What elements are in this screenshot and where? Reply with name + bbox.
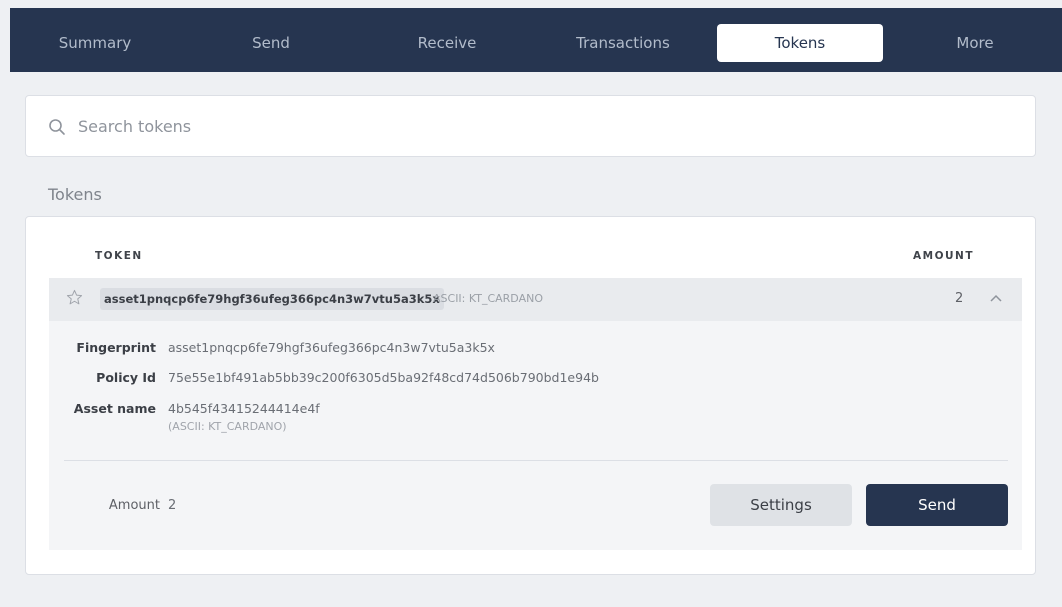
section-title: Tokens [48,185,102,204]
asset-name-ascii: (ASCII: KT_CARDANO) [168,420,287,433]
settings-button[interactable]: Settings [710,484,852,526]
token-row-amount: 2 [955,291,964,306]
amount-value: 2 [168,498,177,513]
amount-label: Amount [108,498,160,513]
tab-more[interactable]: More [910,24,1040,62]
fingerprint-value: asset1pnqcp6fe79hgf36ufeg366pc4n3w7vtu5a… [168,340,495,355]
divider [64,460,1008,461]
tab-receive[interactable]: Receive [382,24,512,62]
search-input[interactable] [78,110,978,142]
column-header-amount: AMOUNT [913,250,974,262]
top-nav-bar: Summary Send Receive Transactions Tokens… [10,8,1062,72]
asset-name-label: Asset name [73,401,156,416]
send-button[interactable]: Send [866,484,1008,526]
tab-tokens[interactable]: Tokens [717,24,883,62]
policy-id-value: 75e55e1bf491ab5bb39c200f6305d5ba92f48cd7… [168,370,599,385]
fingerprint-label: Fingerprint [76,340,156,355]
token-id-chip: asset1pnqcp6fe79hgf36ufeg366pc4n3w7vtu5a… [100,288,444,310]
tab-transactions[interactable]: Transactions [558,24,688,62]
policy-id-label: Policy Id [96,370,156,385]
search-icon [49,119,65,135]
column-header-token: TOKEN [95,250,143,262]
search-box[interactable] [25,95,1036,157]
star-icon[interactable] [66,289,83,306]
tab-summary[interactable]: Summary [30,24,160,62]
tab-send[interactable]: Send [206,24,336,62]
token-ascii-label: ASCII: KT_CARDANO [433,292,543,305]
chevron-up-icon[interactable] [989,293,1003,303]
asset-name-value: 4b545f43415244414e4f [168,401,320,416]
